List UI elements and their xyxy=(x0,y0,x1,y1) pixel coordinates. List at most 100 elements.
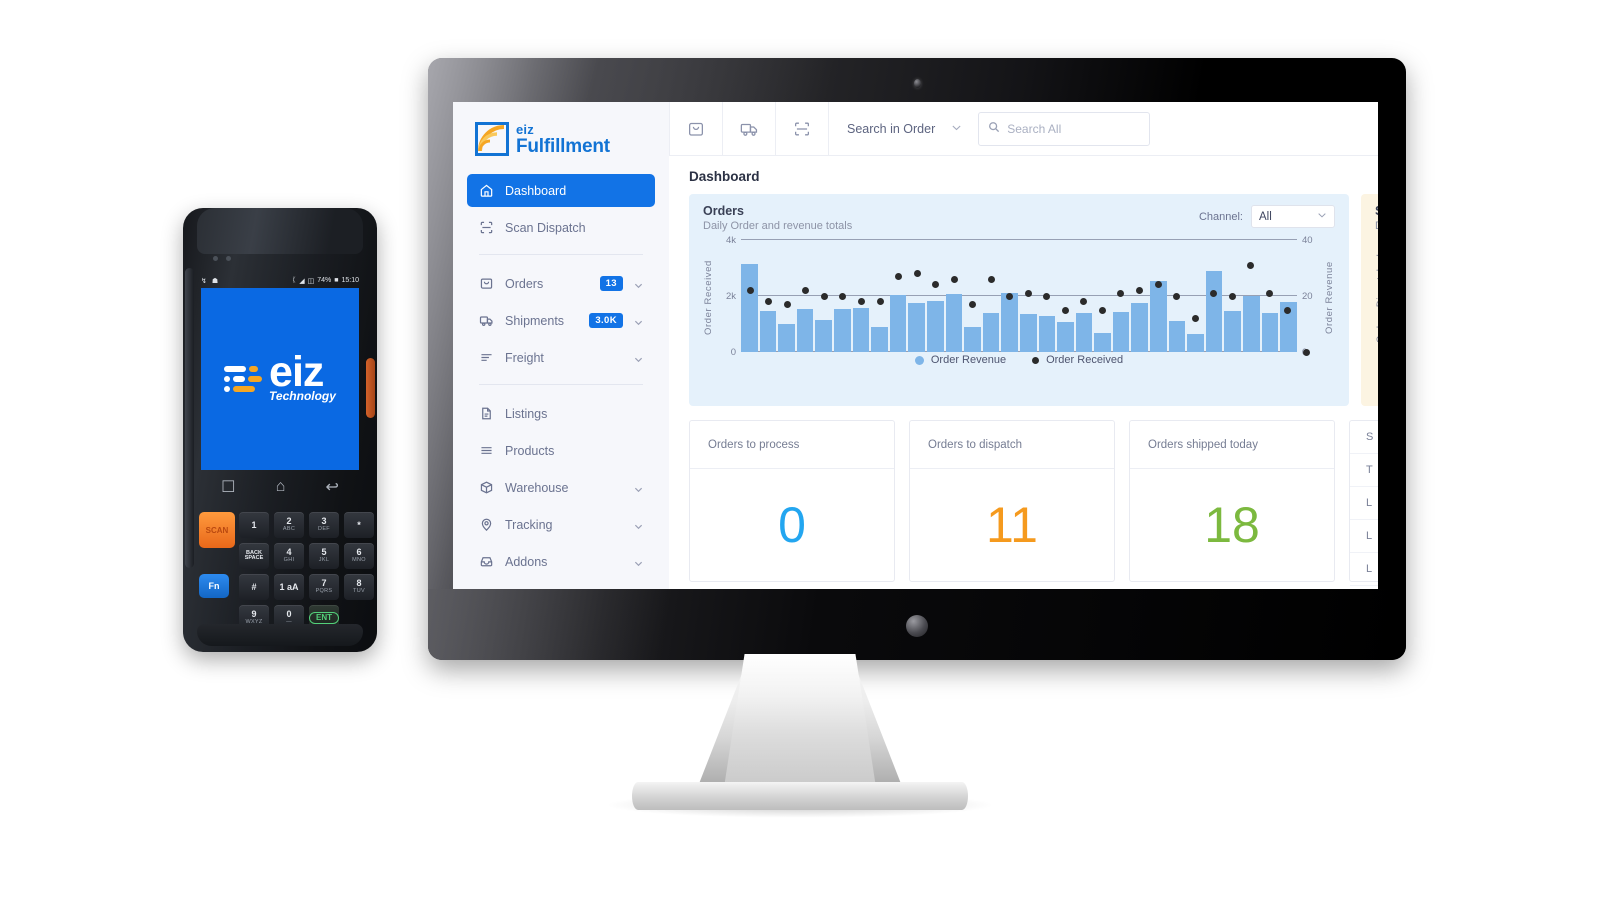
key-shift[interactable]: 1 aA xyxy=(274,574,304,600)
chart-bar[interactable] xyxy=(1057,322,1074,352)
chart-bar[interactable] xyxy=(796,308,814,352)
chart-bar[interactable] xyxy=(1075,312,1093,352)
home-icon[interactable]: ⌂ xyxy=(276,478,286,496)
key-3[interactable]: 3 DEF xyxy=(309,512,339,538)
chart-dot[interactable] xyxy=(857,298,865,306)
list-item[interactable]: L xyxy=(1350,487,1378,520)
list-item[interactable]: L xyxy=(1350,520,1378,553)
key-hash[interactable]: # xyxy=(239,574,269,600)
device-screen[interactable]: eiz Technology xyxy=(201,288,359,470)
chart-dot[interactable] xyxy=(1210,289,1218,297)
key-6[interactable]: 6 MNO xyxy=(344,543,374,569)
chart-bar[interactable] xyxy=(1038,315,1056,352)
chart-bar[interactable] xyxy=(815,319,832,352)
chart-bar[interactable] xyxy=(852,308,870,352)
chart-bar[interactable] xyxy=(1112,312,1130,352)
chart-bar[interactable] xyxy=(871,327,888,352)
sidebar-item-orders[interactable]: Orders 13 xyxy=(467,267,655,300)
chart-bar[interactable] xyxy=(1131,303,1149,352)
chart-dot[interactable] xyxy=(1135,286,1143,294)
sidebar-item-shipments[interactable]: Shipments 3.0K xyxy=(467,304,655,337)
recents-icon[interactable]: ☐ xyxy=(221,477,235,497)
chart-bar[interactable] xyxy=(926,300,944,352)
key-7[interactable]: 7 PQRS xyxy=(309,574,339,600)
scan-key[interactable]: SCAN xyxy=(199,512,235,548)
chart-dot[interactable] xyxy=(1265,289,1273,297)
shipments-truck-icon[interactable] xyxy=(723,102,776,155)
chart-dot[interactable] xyxy=(1173,292,1181,300)
sidebar-item-products[interactable]: Products xyxy=(467,434,655,467)
chart-bar[interactable] xyxy=(1261,313,1279,352)
chart-dot[interactable] xyxy=(820,292,828,300)
app-logo[interactable]: eiz Fulfillment xyxy=(453,102,669,170)
chart-dot[interactable] xyxy=(1024,289,1032,297)
key-star[interactable]: * xyxy=(344,512,374,538)
sidebar-item-freight[interactable]: Freight xyxy=(467,341,655,374)
orders-bag-icon[interactable] xyxy=(669,102,723,155)
key-8[interactable]: 8 TUV xyxy=(344,574,374,600)
chart-dot[interactable] xyxy=(987,275,995,283)
chart-bar[interactable] xyxy=(1001,293,1018,352)
chart-bar[interactable] xyxy=(945,294,963,352)
chart-bar[interactable] xyxy=(759,311,777,352)
chart-bar[interactable] xyxy=(908,303,925,352)
chart-bar[interactable] xyxy=(1224,311,1242,352)
list-item[interactable]: L xyxy=(1350,553,1378,586)
chart-bar[interactable] xyxy=(1243,296,1260,352)
chart-dot[interactable] xyxy=(1006,292,1014,300)
chart-bar[interactable] xyxy=(1187,333,1204,352)
chart-dot[interactable] xyxy=(1191,314,1199,322)
chevron-down-icon[interactable] xyxy=(634,279,643,289)
chart-dot[interactable] xyxy=(1098,306,1106,314)
search-input-wrapper[interactable]: Search All xyxy=(978,111,1151,146)
chart-dot[interactable] xyxy=(969,300,977,308)
chart-bar[interactable] xyxy=(964,327,981,352)
sidebar-item-listings[interactable]: Listings xyxy=(467,397,655,430)
back-icon[interactable]: ↩ xyxy=(325,477,338,497)
chart-dot[interactable] xyxy=(1043,292,1051,300)
key-2[interactable]: 2 ABC xyxy=(274,512,304,538)
chart-bar[interactable] xyxy=(1168,321,1186,352)
list-item[interactable]: T xyxy=(1350,454,1378,487)
chevron-down-icon[interactable] xyxy=(634,520,643,530)
chart-dot[interactable] xyxy=(913,270,921,278)
key-1[interactable]: 1 xyxy=(239,512,269,538)
search-scope-select[interactable]: Search in Order xyxy=(829,102,976,155)
chart-bar[interactable] xyxy=(889,294,907,352)
chart-dot[interactable] xyxy=(783,300,791,308)
chart-dot[interactable] xyxy=(1154,281,1162,289)
chevron-down-icon[interactable] xyxy=(634,483,643,493)
chart-bar[interactable] xyxy=(1150,281,1167,352)
key-backspace[interactable]: BACK SPACE xyxy=(239,543,269,569)
device-side-scan-button[interactable] xyxy=(366,358,375,418)
chart-dot[interactable] xyxy=(1228,292,1236,300)
chart-dot[interactable] xyxy=(895,272,903,280)
key-4[interactable]: 4 GHI xyxy=(274,543,304,569)
chart-bar[interactable] xyxy=(741,263,758,352)
chart-bar[interactable] xyxy=(1205,271,1223,352)
chart-dot[interactable] xyxy=(1061,306,1069,314)
list-item[interactable]: S xyxy=(1350,421,1378,454)
chart-bar[interactable] xyxy=(1094,332,1111,352)
chart-dot[interactable] xyxy=(1247,261,1255,269)
chart-dot[interactable] xyxy=(876,298,884,306)
fn-key[interactable]: Fn xyxy=(199,574,229,598)
scan-barcode-icon[interactable] xyxy=(776,102,829,155)
chart-dot[interactable] xyxy=(746,286,754,294)
chart-dot[interactable] xyxy=(950,275,958,283)
chart-dot[interactable] xyxy=(839,292,847,300)
chevron-down-icon[interactable] xyxy=(634,557,643,567)
key-5[interactable]: 5 JKL xyxy=(309,543,339,569)
channel-select[interactable]: All xyxy=(1251,205,1335,228)
chart-bar[interactable] xyxy=(982,312,1000,352)
sidebar-item-dashboard[interactable]: Dashboard xyxy=(467,174,655,207)
sidebar-item-addons[interactable]: Addons xyxy=(467,545,655,578)
chart-dot[interactable] xyxy=(1284,306,1292,314)
sidebar-item-tracking[interactable]: Tracking xyxy=(467,508,655,541)
chevron-down-icon[interactable] xyxy=(634,353,643,363)
chevron-down-icon[interactable] xyxy=(634,316,643,326)
chart-bar[interactable] xyxy=(1019,314,1037,352)
sidebar-item-warehouse[interactable]: Warehouse xyxy=(467,471,655,504)
chart-bar[interactable] xyxy=(833,309,851,352)
sidebar-item-scan-dispatch[interactable]: Scan Dispatch xyxy=(467,211,655,244)
